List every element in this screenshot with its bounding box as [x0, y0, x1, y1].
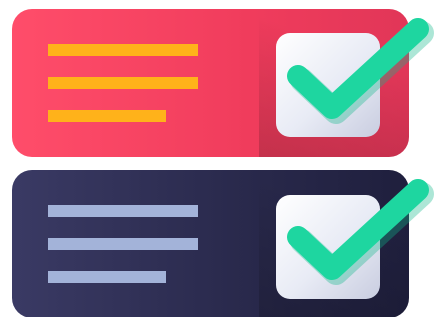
text-line-placeholder: [48, 238, 198, 250]
text-line-placeholder: [48, 44, 198, 56]
illustration: [0, 0, 435, 317]
text-line-placeholder: [48, 205, 198, 217]
text-line-placeholder: [48, 77, 198, 89]
text-line-placeholder: [48, 271, 166, 283]
text-line-placeholder: [48, 110, 166, 122]
checkbox[interactable]: [276, 195, 380, 299]
checkbox[interactable]: [276, 33, 380, 137]
